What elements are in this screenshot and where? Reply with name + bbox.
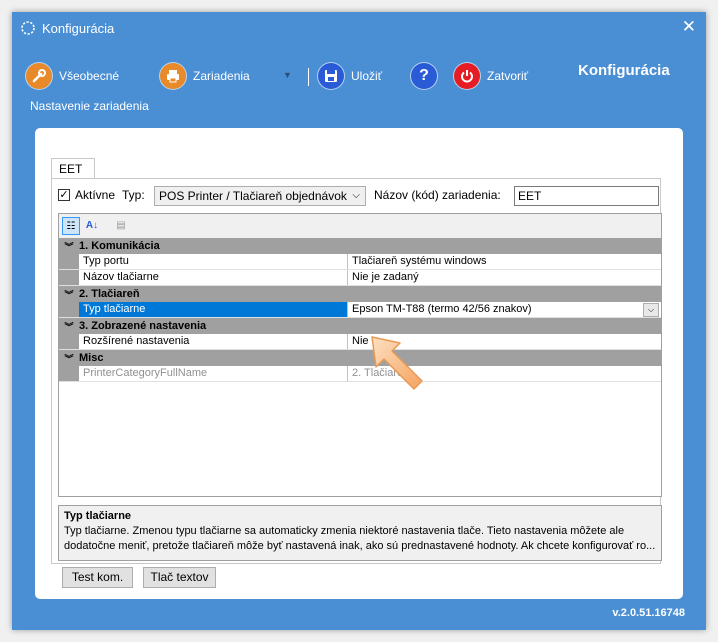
property-row[interactable]: Rozšírené nastavenia Nie [59, 334, 661, 350]
property-name: PrinterCategoryFullName [79, 366, 348, 381]
property-value-dropdown[interactable]: Epson TM-T88 (termo 42/56 znakov) ⌵ [348, 302, 661, 317]
devices-dropdown-icon[interactable]: ▼ [283, 70, 292, 80]
device-name-field[interactable]: EET [514, 186, 659, 206]
category-label: 2. Tlačiareň [79, 288, 140, 300]
version-label: v.2.0.51.16748 [612, 607, 685, 619]
device-name-label: Názov (kód) zariadenia: [374, 188, 501, 202]
tab-eet[interactable]: EET [51, 158, 95, 178]
toolbar-separator [308, 68, 309, 86]
property-value[interactable]: Nie je zadaný [348, 270, 661, 285]
app-settings-icon [21, 21, 35, 35]
property-grid-toolbar: ☷ A↓ ▤ [59, 214, 661, 238]
help-title: Typ tlačiarne [64, 510, 132, 522]
wrench-icon [26, 63, 52, 89]
property-value: Epson TM-T88 (termo 42/56 znakov) [352, 303, 532, 315]
close-app-button[interactable]: Zatvoriť [454, 63, 528, 89]
general-label: Všeobecné [59, 69, 120, 83]
chevron-collapse-icon: ︾ [64, 289, 74, 300]
brand-title: Konfigurácia [578, 62, 670, 79]
window-close-button[interactable]: ✕ [682, 17, 696, 37]
property-grid-rows: ︾ 1. Komunikácia Typ portu Tlačiareň systé… [59, 238, 661, 382]
chevron-down-icon[interactable]: ⌵ [643, 303, 659, 317]
help-panel: Typ tlačiarne Typ tlačiarne. Zmenou typu… [58, 505, 662, 561]
pointer-arrow-icon [371, 336, 423, 390]
device-type-select[interactable]: POS Printer / Tlačiareň objednávok ⌵ [154, 186, 366, 206]
category-label: 3. Zobrazené nastavenia [79, 320, 207, 332]
chevron-collapse-icon: ︾ [64, 321, 74, 332]
property-pages-icon[interactable]: ▤ [112, 217, 130, 235]
content-panel: EET ✓ Aktívne Typ: POS Printer / Tlačiar… [35, 128, 683, 599]
category-row[interactable]: ︾ 1. Komunikácia [59, 238, 661, 254]
active-checkbox[interactable]: ✓ [58, 189, 70, 201]
chevron-down-icon: ⌵ [352, 190, 360, 201]
category-label: Misc [79, 352, 104, 364]
active-label: Aktívne [75, 188, 116, 202]
help-text: Typ tlačiarne. Zmenou typu tlačiarne sa … [64, 525, 656, 552]
config-window: Konfigurácia ✕ Všeobecné Zariadenia ▼ Ul… [12, 12, 706, 630]
device-type-value: POS Printer / Tlačiareň objednávok [159, 189, 347, 203]
category-row[interactable]: ︾ 3. Zobrazené nastavenia [59, 318, 661, 334]
alphabetical-sort-icon[interactable]: A↓ [83, 217, 101, 235]
page-subtitle: Nastavenie zariadenia [30, 99, 149, 113]
title-bar: Konfigurácia ✕ [12, 12, 706, 45]
category-label: 1. Komunikácia [79, 240, 160, 252]
help-question-icon: ? [411, 63, 437, 89]
devices-button[interactable]: Zariadenia [160, 63, 250, 89]
window-title: Konfigurácia [42, 21, 115, 36]
type-label: Typ: [122, 188, 145, 202]
chevron-collapse-icon: ︾ [64, 241, 74, 252]
property-name: Rozšírené nastavenia [79, 334, 348, 349]
property-grid: ☷ A↓ ▤ ︾ 1. Komunikácia Typ portu Tlačiare… [58, 213, 662, 497]
help-button[interactable]: ? [411, 63, 437, 89]
save-button[interactable]: Uložiť [318, 63, 382, 89]
general-button[interactable]: Všeobecné [26, 63, 119, 89]
tab-body: ✓ Aktívne Typ: POS Printer / Tlačiareň o… [51, 178, 662, 564]
test-com-button[interactable]: Test kom. [62, 567, 133, 588]
property-row[interactable]: PrinterCategoryFullName 2. Tlačiareň [59, 366, 661, 382]
chevron-collapse-icon: ︾ [64, 353, 74, 364]
category-row[interactable]: ︾ Misc [59, 350, 661, 366]
property-value[interactable]: Tlačiareň systému windows [348, 254, 661, 269]
categorized-view-icon[interactable]: ☷ [62, 217, 80, 235]
close-app-label: Zatvoriť [487, 69, 529, 83]
property-name: Typ portu [79, 254, 348, 269]
property-row-selected[interactable]: Typ tlačiarne Epson TM-T88 (termo 42/56 z… [59, 302, 661, 318]
printer-icon [160, 63, 186, 89]
property-name: Typ tlačiarne [79, 302, 348, 317]
category-row[interactable]: ︾ 2. Tlačiareň [59, 286, 661, 302]
property-name: Názov tlačiarne [79, 270, 348, 285]
power-icon [454, 63, 480, 89]
property-row[interactable]: Názov tlačiarne Nie je zadaný [59, 270, 661, 286]
save-disk-icon [318, 63, 344, 89]
save-label: Uložiť [351, 69, 383, 83]
devices-label: Zariadenia [193, 69, 250, 83]
print-text-button[interactable]: Tlač textov [143, 567, 216, 588]
property-row[interactable]: Typ portu Tlačiareň systému windows [59, 254, 661, 270]
